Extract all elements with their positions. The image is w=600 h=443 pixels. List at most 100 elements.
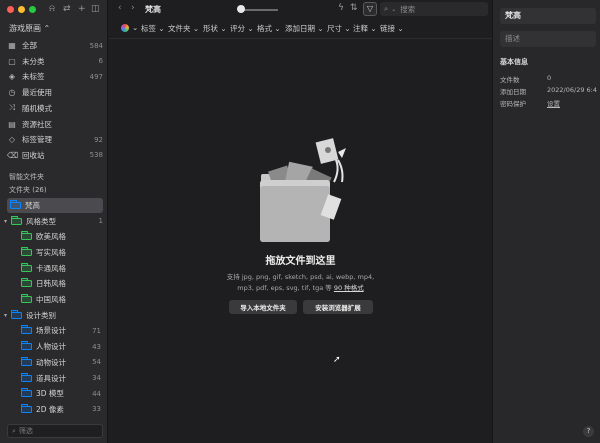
filter-dropdown-8[interactable]: 链接 ⌄ (380, 23, 404, 34)
library-switcher[interactable]: 游戏原画 ⌃ (9, 23, 50, 34)
folder-description-field[interactable]: 描述 (500, 31, 596, 47)
folder-item[interactable]: 人物设计 43 (21, 339, 101, 354)
expand-caret-icon[interactable]: ▾ (4, 312, 7, 319)
folder-item[interactable]: 道具设计 34 (21, 371, 101, 386)
folder-name-field[interactable]: 梵高 (500, 8, 596, 24)
folder-count: 1 (98, 217, 103, 225)
filter-dropdown-6[interactable]: 尺寸 ⌄ (327, 23, 351, 34)
expand-caret-icon[interactable]: ▾ (4, 218, 7, 225)
empty-state-desc-prefix: mp3, pdf, eps, svg, tif, tga 等 (237, 284, 334, 292)
forward-icon[interactable]: › (131, 3, 135, 13)
sidebar-item-3[interactable]: ◷ 最近使用 (7, 85, 103, 100)
clock-icon: ◷ (8, 88, 16, 98)
sidebar-filter-input[interactable]: ⌕ 筛选 (7, 424, 103, 438)
filter-color-chevron[interactable]: ⌄ (132, 23, 138, 32)
filter-dropdown-3[interactable]: 评分 ⌄ (230, 23, 254, 34)
empty-folder-illustration (260, 138, 346, 242)
back-icon[interactable]: ‹ (118, 3, 122, 13)
zoom-slider-handle[interactable] (237, 5, 245, 13)
folder-item[interactable]: 2D 像素 33 (21, 402, 101, 417)
shuffle-icon: ⤨ (8, 103, 16, 113)
sidebar: ⍾ ⇄ + ◫ 游戏原画 ⌃ ▦ 全部 584 ▢ 未分类 6 ◈ 未标签 497 ◷ 最近使用 ⤨ 随… (0, 0, 108, 443)
folder-icon (21, 341, 32, 351)
filter-dropdown-4[interactable]: 格式 ⌄ (257, 23, 281, 34)
folder-item[interactable]: 卡通风格 (21, 261, 101, 276)
folder-icon (21, 356, 32, 366)
sort-icon[interactable]: ⇅ (350, 3, 358, 13)
folder-count: 54 (92, 358, 101, 367)
sidebar-item-label: 全部 (22, 41, 37, 50)
folder-item[interactable]: 场景设计 71 (21, 323, 101, 338)
sidebar-item-2[interactable]: ◈ 未标签 497 (7, 69, 103, 84)
sidebar-item-count: 92 (94, 135, 103, 144)
folder-label: 卡通风格 (36, 263, 66, 273)
import-folder-button[interactable]: 导入本地文件夹 (229, 300, 297, 314)
folder-count: 71 (92, 326, 101, 335)
filter-dropdown-0[interactable]: 标签 ⌄ (141, 23, 165, 34)
search-input[interactable]: ⌕ ⌄ 搜索 (380, 2, 488, 16)
sidebar-item-6[interactable]: ◇ 标签管理 92 (7, 132, 103, 147)
filter-dropdown-1[interactable]: 文件夹 ⌄ (168, 23, 199, 34)
info-label: 密码保护 (500, 100, 526, 108)
folder-item[interactable]: 中国风格 (21, 292, 101, 307)
folder-count: 43 (92, 342, 101, 351)
color-filter-icon[interactable] (121, 24, 129, 32)
folder-icon (11, 215, 22, 225)
filter-icon[interactable]: ▽ (363, 2, 377, 16)
folder-icon (21, 403, 32, 413)
folder-label: 道具设计 (36, 373, 66, 383)
folder-item[interactable]: 欧美风格 (21, 229, 101, 244)
zoom-window-button[interactable] (29, 6, 36, 13)
trash-icon: ⌫ (7, 150, 19, 160)
info-value: 2022/06/29 6:4 (547, 86, 597, 94)
filter-dropdown-2[interactable]: 形状 ⌄ (203, 23, 227, 34)
sidebar-item-1[interactable]: ▢ 未分类 6 (7, 54, 103, 69)
help-button[interactable]: ? (583, 426, 594, 437)
folder-item[interactable]: 动物设计 54 (21, 355, 101, 370)
folder-item-selected[interactable]: 梵高 (7, 198, 103, 213)
add-icon[interactable]: + (78, 3, 86, 15)
sidebar-item-7[interactable]: ⌫ 回收站 538 (7, 148, 103, 163)
filter-dropdown-7[interactable]: 注释 ⌄ (353, 23, 377, 34)
folder-item[interactable]: 3D 模型 44 (21, 386, 101, 401)
sidebar-item-5[interactable]: ▤ 资源社区 (7, 117, 103, 132)
folder-label: 人物设计 (36, 342, 66, 352)
sidebar-item-4[interactable]: ⤨ 随机模式 (7, 101, 103, 116)
supported-formats-link[interactable]: 90 种格式 (334, 284, 364, 292)
info-row-password: 密码保护 设置 (500, 98, 600, 108)
folder-count: 33 (92, 405, 101, 414)
folder-group-1[interactable]: 设计类别 (11, 308, 103, 323)
folder-icon (21, 294, 32, 303)
swap-icon[interactable]: ⇄ (63, 3, 71, 15)
filter-dropdown-5[interactable]: 添加日期 ⌄ (285, 23, 324, 34)
folder-label: 动物设计 (36, 357, 66, 367)
folder-item[interactable]: 日韩风格 (21, 276, 101, 291)
folder-group-0[interactable]: 风格类型 1 (11, 214, 103, 229)
zoom-slider-track[interactable] (240, 9, 278, 11)
grid-icon: ▦ (8, 41, 16, 50)
folder-icon (11, 309, 22, 319)
folder-count: 44 (92, 389, 101, 398)
install-extension-button[interactable]: 安装浏览器扩展 (303, 300, 373, 314)
community-icon: ▤ (8, 119, 16, 129)
sidebar-item-count: 538 (89, 151, 103, 160)
sidebar-item-label: 资源社区 (22, 119, 52, 129)
sidebar-item-0[interactable]: ▦ 全部 584 (7, 38, 103, 53)
folders-title: 文件夹 (26) (9, 186, 47, 194)
sidebar-toggle-icon[interactable]: ◫ (91, 3, 100, 15)
sidebar-item-label: 最近使用 (22, 88, 52, 98)
folder-item[interactable]: 写实风格 (21, 245, 101, 260)
smart-folders-title: 智能文件夹 (9, 173, 44, 181)
empty-state-desc-line2: mp3, pdf, eps, svg, tif, tga 等 90 种格式 (109, 282, 492, 292)
bell-icon[interactable]: ⍾ (49, 3, 55, 15)
sidebar-item-count: 584 (89, 41, 103, 50)
set-password-link[interactable]: 设置 (547, 98, 560, 108)
empty-state-title: 拖放文件到这里 (265, 256, 336, 267)
filter-bar: ⌄ 标签 ⌄ 文件夹 ⌄ 形状 ⌄ 评分 ⌄ 格式 ⌄ 添加日期 ⌄ 尺寸 ⌄ 注释 ⌄ 链接 … (109, 19, 492, 39)
folder-label: 欧美风格 (36, 232, 66, 242)
close-window-button[interactable] (7, 6, 14, 13)
folder-label: 梵高 (25, 201, 40, 210)
sidebar-item-label: 标签管理 (22, 135, 52, 145)
minimize-window-button[interactable] (18, 6, 25, 13)
pin-icon[interactable]: ϟ (338, 3, 344, 13)
